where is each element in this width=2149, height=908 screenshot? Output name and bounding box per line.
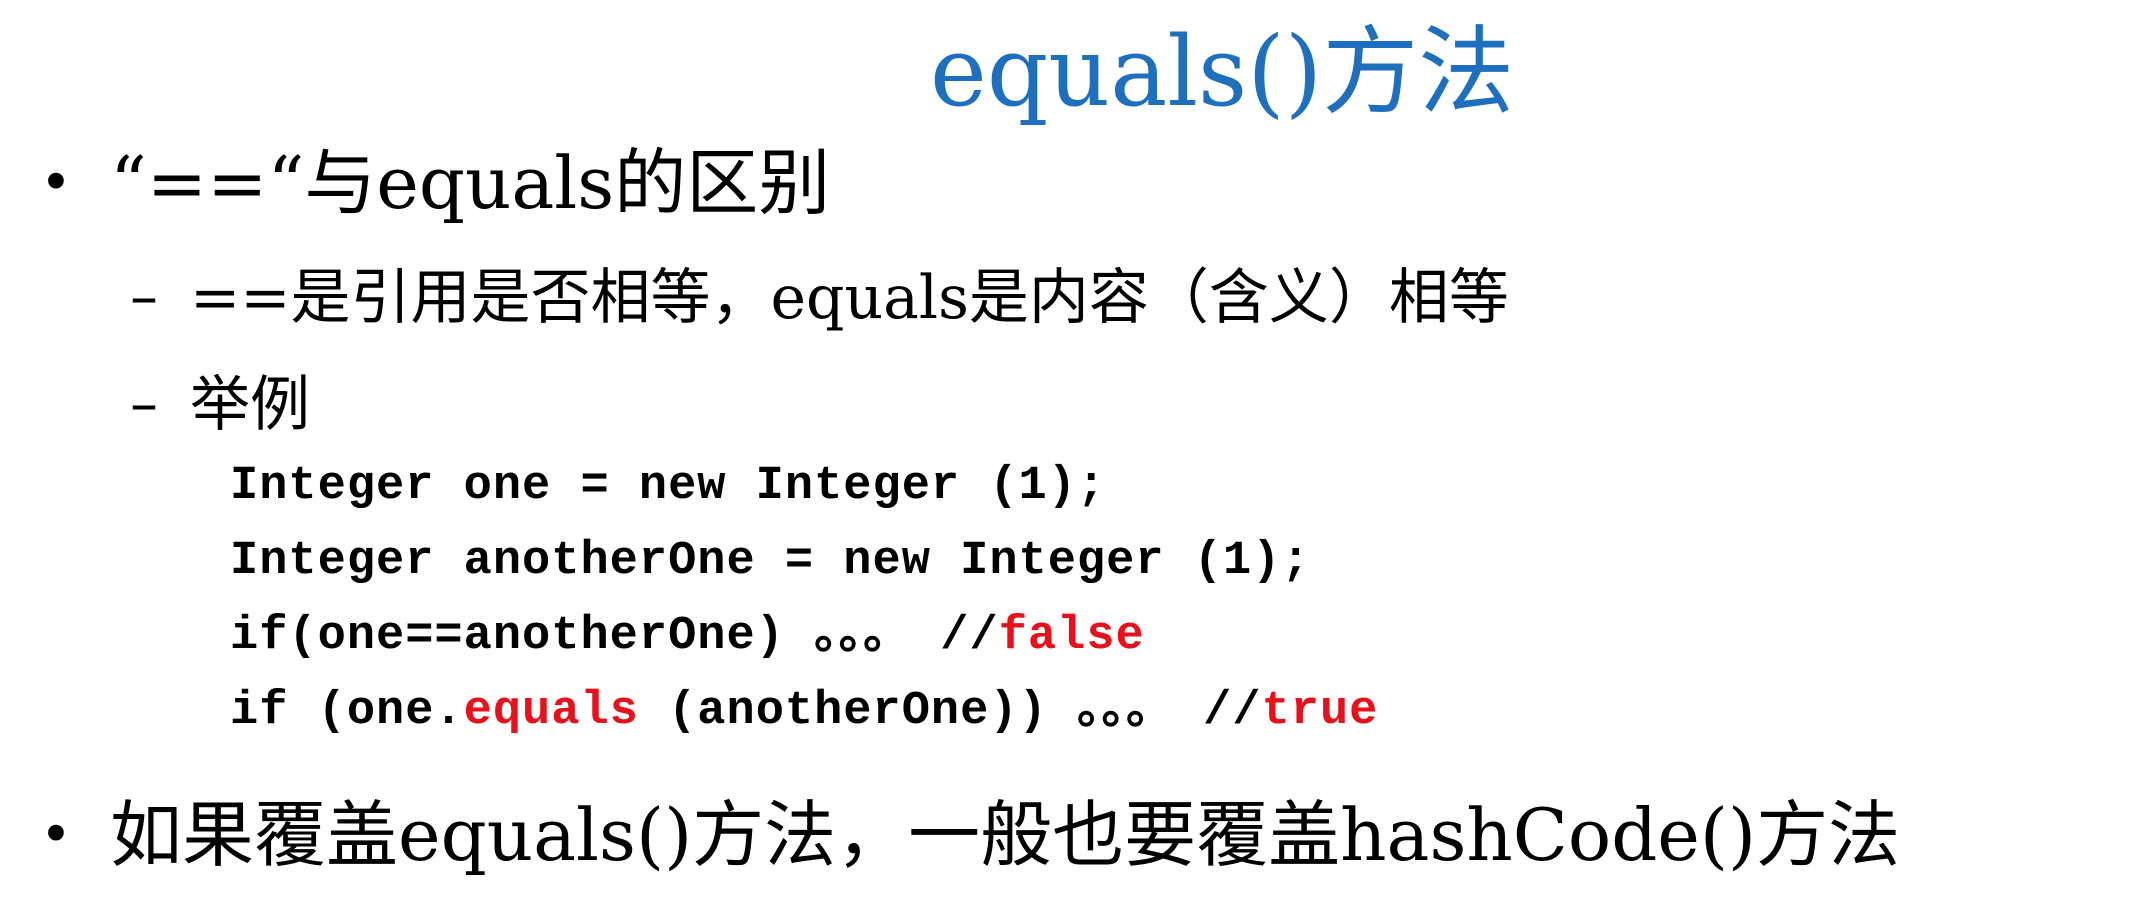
dash-bullet-icon: – (130, 265, 158, 330)
code-line-1: Integer one = new Integer (1); (230, 457, 1106, 517)
code-highlight: false (998, 610, 1145, 663)
code-line-4: if (one.equals (anotherOne)) 。。。 //true (230, 682, 1378, 742)
code-text: if(one==anotherOne) 。。。 // (230, 610, 999, 663)
bullet-text: 如果覆盖equals()方法，一般也要覆盖hashCode()方法 (110, 793, 1901, 877)
code-text: Integer anotherOne = new Integer (1); (230, 535, 1311, 588)
dash-bullet-icon: – (130, 372, 158, 437)
code-highlight: true (1261, 685, 1379, 738)
slide-title: equals()方法 (930, 16, 1515, 128)
bullet-dot-icon: • (40, 803, 72, 866)
code-text: Integer one = new Integer (1); (230, 460, 1107, 513)
bullet-dot-icon: • (40, 151, 72, 214)
sub-bullet-text: ==是引用是否相等，equals是内容（含义）相等 (190, 263, 1509, 333)
code-text: (anotherOne)) 。。。 // (638, 685, 1262, 738)
code-highlight: equals (463, 685, 639, 738)
bullet-text: “==“与equals的区别 (110, 141, 831, 225)
code-line-2: Integer anotherOne = new Integer (1); (230, 532, 1311, 592)
code-text: if (one. (230, 685, 464, 738)
sub-bullet-text: 举例 (190, 370, 310, 440)
code-line-3: if(one==anotherOne) 。。。 //false (230, 607, 1145, 667)
